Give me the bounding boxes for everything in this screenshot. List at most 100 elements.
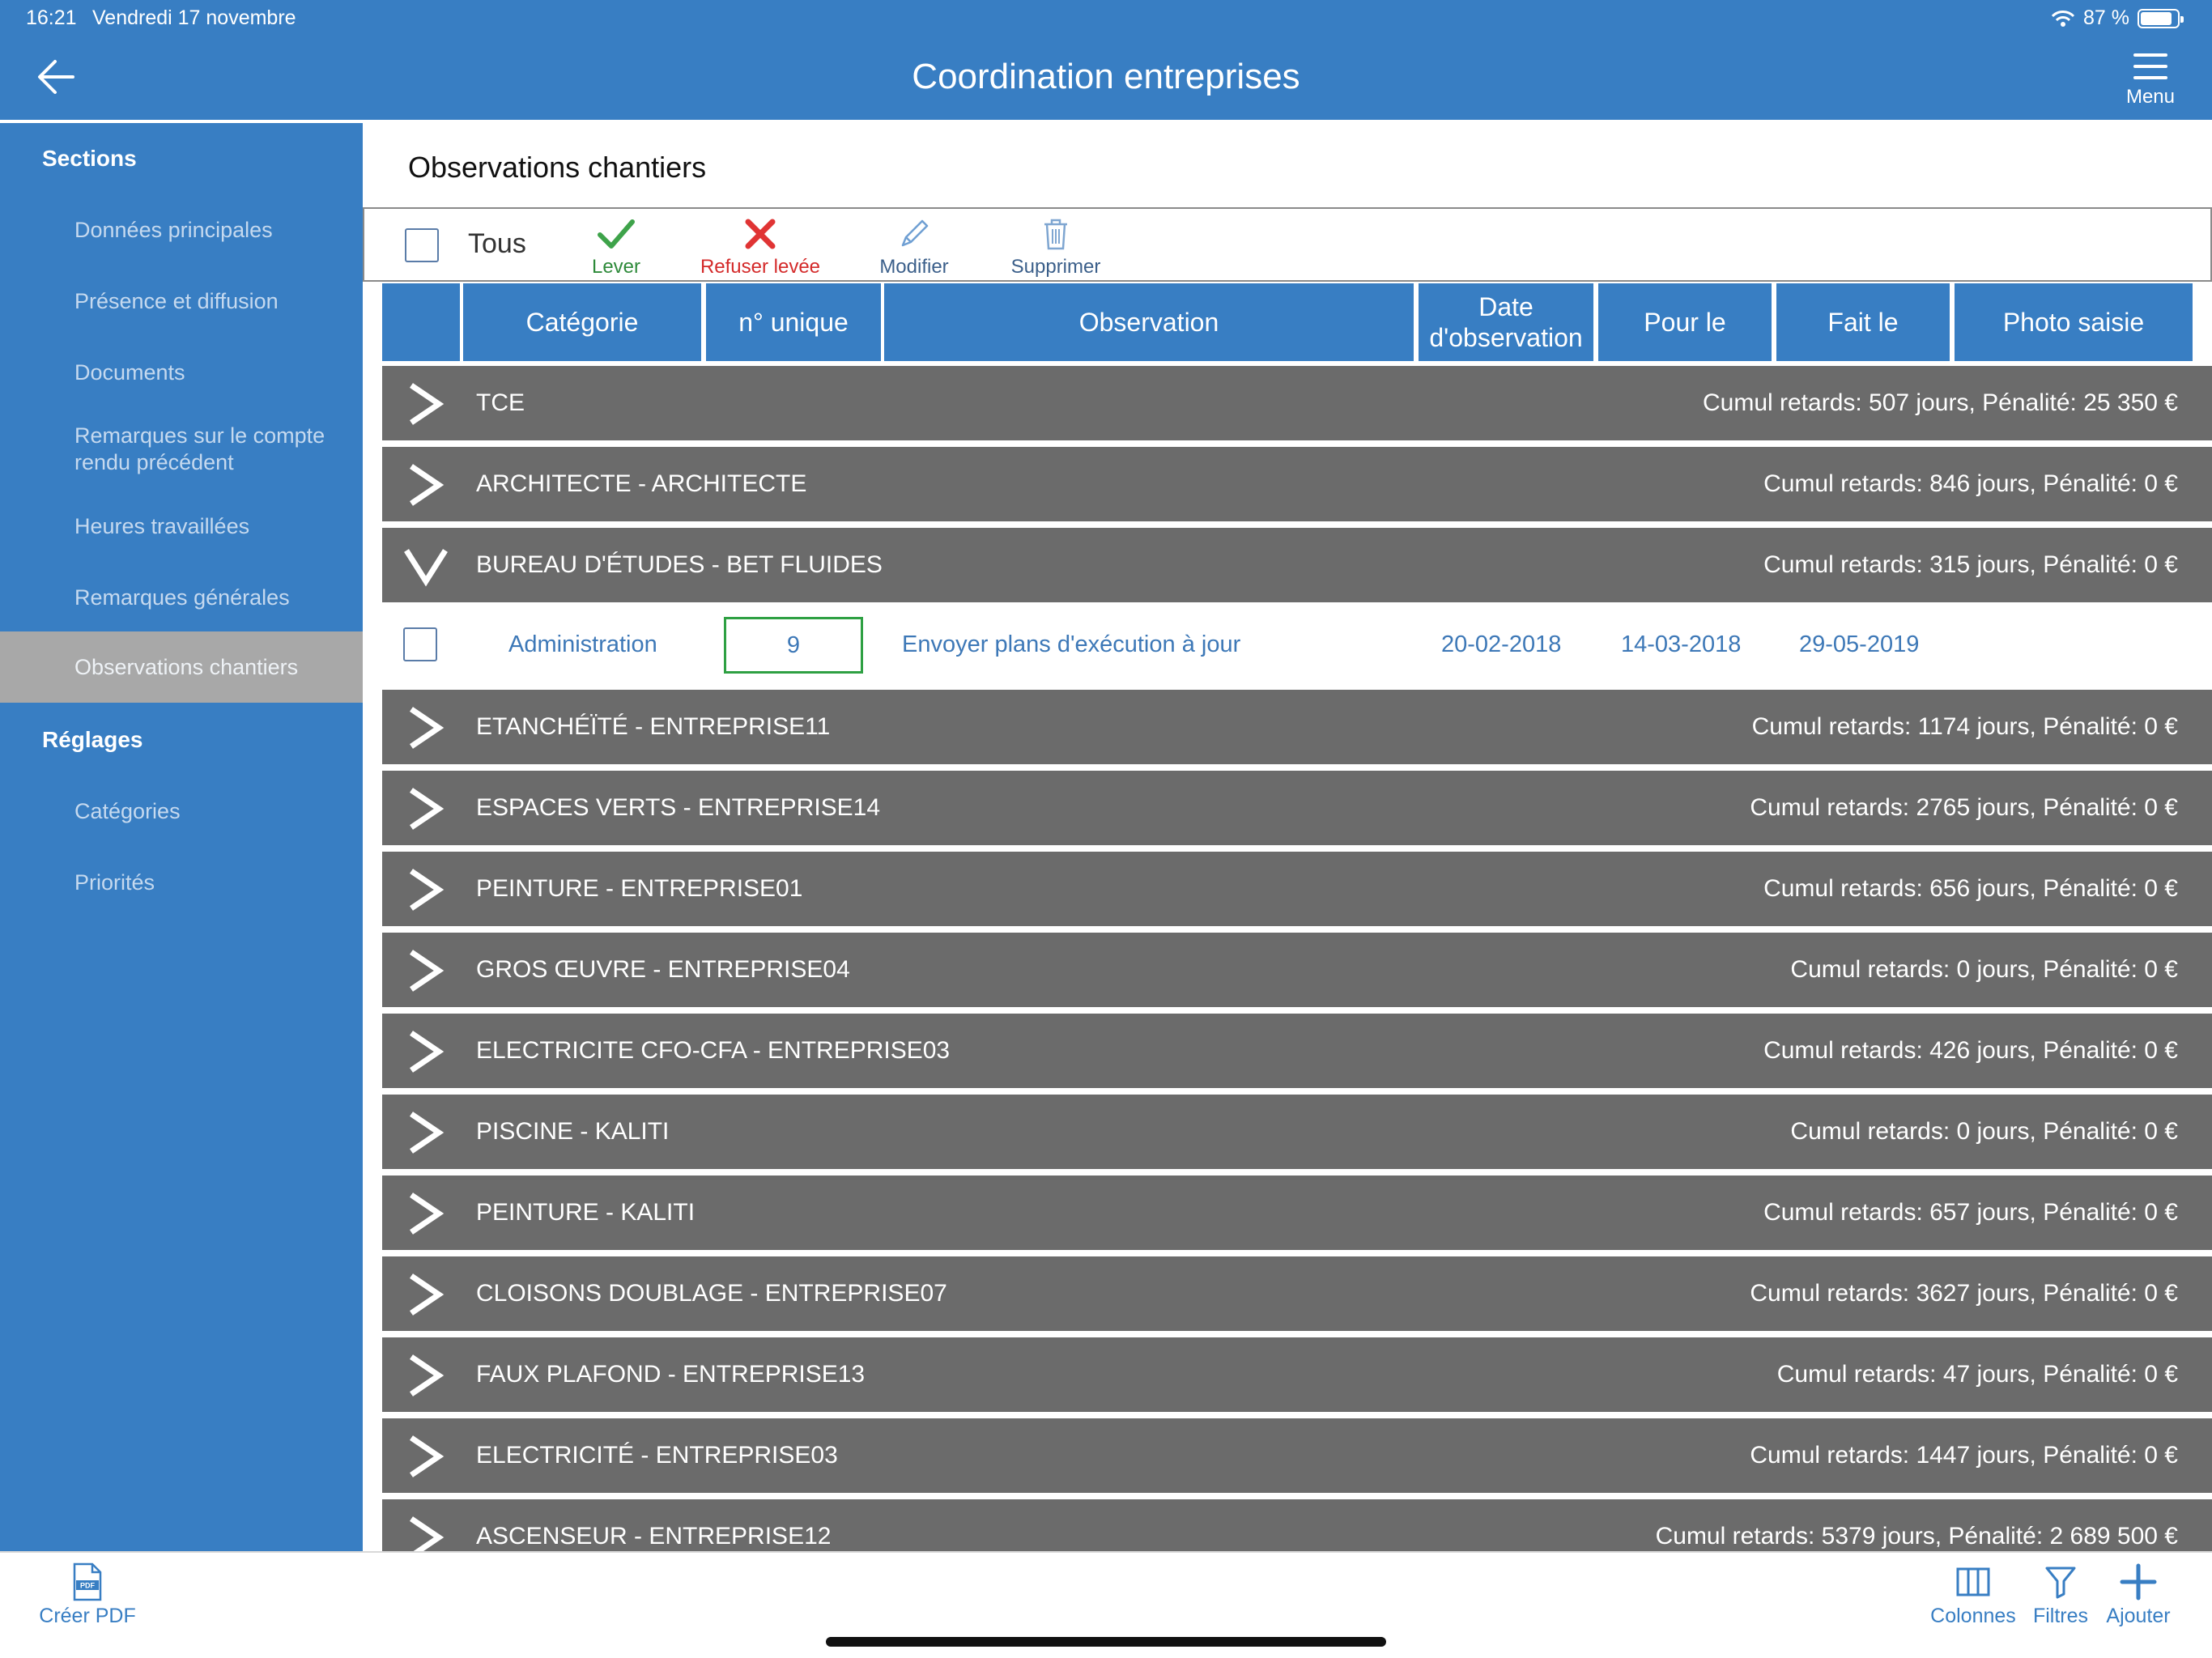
columns-label: Colonnes: [1930, 1605, 2016, 1627]
hamburger-icon: [2133, 53, 2167, 79]
group-name: ELECTRICITÉ - ENTREPRISE03: [476, 1442, 838, 1469]
column-header-categorie[interactable]: Catégorie: [463, 283, 701, 361]
group-name: CLOISONS DOUBLAGE - ENTREPRISE07: [476, 1280, 947, 1307]
group-name: ELECTRICITE CFO-CFA - ENTREPRISE03: [476, 1037, 951, 1064]
row-observation: Envoyer plans d'exécution à jour: [902, 631, 1241, 657]
group-row[interactable]: FAUX PLAFOND - ENTREPRISE13 Cumul retard…: [382, 1337, 2212, 1412]
battery-fill: [2141, 11, 2172, 25]
sidebar-item-heures-travaillees[interactable]: Heures travaillées: [0, 513, 363, 540]
sidebar-item-documents[interactable]: Documents: [0, 359, 363, 386]
group-name: ESPACES VERTS - ENTREPRISE14: [476, 794, 881, 821]
sidebar-item-remarques-generales[interactable]: Remarques générales: [0, 585, 363, 611]
chevron-right-icon: [410, 1273, 445, 1316]
status-date: Vendredi 17 novembre: [92, 6, 296, 29]
group-row[interactable]: PEINTURE - KALITI Cumul retards: 657 jou…: [382, 1175, 2212, 1250]
filter-icon: [2045, 1567, 2076, 1599]
section-title: Observations chantiers: [408, 151, 707, 184]
group-stats: Cumul retards: 0 jours, Pénalité: 0 €: [1790, 956, 2178, 983]
create-pdf-button[interactable]: PDF Créer PDF: [32, 1561, 143, 1628]
home-indicator: [826, 1637, 1386, 1647]
group-stats: Cumul retards: 0 jours, Pénalité: 0 €: [1790, 1118, 2178, 1145]
select-all-checkbox[interactable]: [405, 228, 439, 262]
row-date-observation: 20-02-2018: [1441, 631, 1562, 657]
column-header-date-observation[interactable]: Date d'observation: [1419, 283, 1593, 361]
group-stats: Cumul retards: 657 jours, Pénalité: 0 €: [1763, 1199, 2178, 1226]
group-stats: Cumul retards: 656 jours, Pénalité: 0 €: [1763, 875, 2178, 902]
sidebar-item-donnees-principales[interactable]: Données principales: [0, 217, 363, 244]
sidebar-item-observations-chantiers[interactable]: Observations chantiers: [0, 631, 363, 703]
group-row[interactable]: GROS ŒUVRE - ENTREPRISE04 Cumul retards:…: [382, 933, 2212, 1007]
group-stats: Cumul retards: 3627 jours, Pénalité: 0 €: [1750, 1280, 2178, 1307]
column-header-observation[interactable]: Observation: [884, 283, 1414, 361]
refuser-levee-button[interactable]: Refuser levée: [675, 214, 845, 278]
group-row[interactable]: CLOISONS DOUBLAGE - ENTREPRISE07 Cumul r…: [382, 1256, 2212, 1331]
columns-icon: [1956, 1567, 1990, 1596]
app-header: 16:21 Vendredi 17 novembre 87 % Coordina…: [0, 0, 2212, 120]
trash-icon: [1044, 219, 1067, 250]
group-stats: Cumul retards: 1447 jours, Pénalité: 0 €: [1750, 1442, 2178, 1469]
group-row[interactable]: ESPACES VERTS - ENTREPRISE14 Cumul retar…: [382, 771, 2212, 845]
checkmark-icon: [598, 219, 635, 249]
lever-label: Lever: [591, 256, 641, 278]
close-icon: [745, 219, 776, 249]
column-header-photo-saisie[interactable]: Photo saisie: [1955, 283, 2193, 361]
column-header-pour-le[interactable]: Pour le: [1598, 283, 1772, 361]
sidebar-item-categories[interactable]: Catégories: [0, 798, 363, 825]
chevron-right-icon: [410, 1031, 445, 1073]
group-name: ARCHITECTE - ARCHITECTE: [476, 470, 807, 497]
group-row[interactable]: PISCINE - KALITI Cumul retards: 0 jours,…: [382, 1095, 2212, 1169]
group-row[interactable]: TCE Cumul retards: 507 jours, Pénalité: …: [382, 366, 2212, 440]
chevron-right-icon: [410, 1112, 445, 1154]
group-stats: Cumul retards: 47 jours, Pénalité: 0 €: [1776, 1361, 2178, 1388]
sidebar-item-priorites[interactable]: Priorités: [0, 869, 363, 896]
pdf-icon-text: PDF: [80, 1582, 96, 1590]
row-checkbox[interactable]: [403, 627, 437, 661]
filters-label: Filtres: [2032, 1605, 2089, 1627]
status-time: 16:21: [26, 6, 77, 29]
filters-button[interactable]: Filtres: [2026, 1561, 2095, 1628]
chevron-right-icon: [410, 1354, 445, 1397]
column-header-fait-le[interactable]: Fait le: [1776, 283, 1950, 361]
row-fait-le: 29-05-2019: [1799, 631, 1920, 657]
group-row[interactable]: ETANCHÉÏTÉ - ENTREPRISE11 Cumul retards:…: [382, 690, 2212, 764]
group-row[interactable]: ELECTRICITÉ - ENTREPRISE03 Cumul retards…: [382, 1418, 2212, 1493]
group-name: GROS ŒUVRE - ENTREPRISE04: [476, 956, 850, 983]
row-number[interactable]: 9: [724, 617, 863, 674]
select-all-label: Tous: [468, 228, 526, 259]
modifier-button[interactable]: Modifier: [845, 214, 983, 278]
battery-icon: [2138, 8, 2184, 28]
sidebar-item-remarques-compte-rendu[interactable]: Remarques sur le compte rendu précédent: [0, 423, 363, 476]
group-row[interactable]: ELECTRICITE CFO-CFA - ENTREPRISE03 Cumul…: [382, 1014, 2212, 1088]
group-stats: Cumul retards: 846 jours, Pénalité: 0 €: [1763, 470, 2178, 497]
chevron-right-icon: [410, 1192, 445, 1235]
group-row[interactable]: PEINTURE - ENTREPRISE01 Cumul retards: 6…: [382, 852, 2212, 926]
sidebar-settings-title: Réglages: [42, 727, 143, 752]
group-stats: Cumul retards: 5379 jours, Pénalité: 2 6…: [1655, 1523, 2178, 1550]
column-header-numero[interactable]: n° unique: [706, 283, 881, 361]
plus-icon: [2120, 1563, 2157, 1601]
pdf-file-icon: PDF: [73, 1562, 102, 1601]
battery-percent: 87 %: [2083, 6, 2129, 29]
supprimer-button[interactable]: Supprimer: [983, 214, 1129, 278]
group-stats: Cumul retards: 2765 jours, Pénalité: 0 €: [1750, 794, 2178, 821]
column-header-select: [382, 283, 460, 361]
group-name: PISCINE - KALITI: [476, 1118, 670, 1145]
page-header-title: Coordination entreprises: [912, 57, 1300, 96]
group-row[interactable]: ASCENSEUR - ENTREPRISE12 Cumul retards: …: [382, 1499, 2212, 1551]
chevron-right-icon: [410, 1435, 445, 1477]
group-row[interactable]: ARCHITECTE - ARCHITECTE Cumul retards: 8…: [382, 447, 2212, 521]
menu-button[interactable]: Menu: [2118, 53, 2183, 110]
group-stats: Cumul retards: 507 jours, Pénalité: 25 3…: [1702, 389, 2178, 416]
refuser-levee-label: Refuser levée: [700, 256, 821, 278]
row-pour-le: 14-03-2018: [1621, 631, 1742, 657]
group-row-expanded[interactable]: BUREAU D'ÉTUDES - BET FLUIDES Cumul reta…: [382, 528, 2212, 602]
sidebar-item-presence-diffusion[interactable]: Présence et diffusion: [0, 288, 363, 315]
lever-button[interactable]: Lever: [572, 214, 661, 278]
chevron-right-icon: [410, 950, 445, 992]
columns-button[interactable]: Colonnes: [1922, 1561, 2024, 1628]
group-stats: Cumul retards: 315 jours, Pénalité: 0 €: [1763, 551, 2178, 578]
group-name: ETANCHÉÏTÉ - ENTREPRISE11: [476, 713, 831, 740]
table-row[interactable]: Administration 9 Envoyer plans d'exécuti…: [382, 604, 2212, 685]
group-stats: Cumul retards: 1174 jours, Pénalité: 0 €: [1751, 713, 2178, 740]
add-button[interactable]: Ajouter: [2097, 1561, 2180, 1628]
